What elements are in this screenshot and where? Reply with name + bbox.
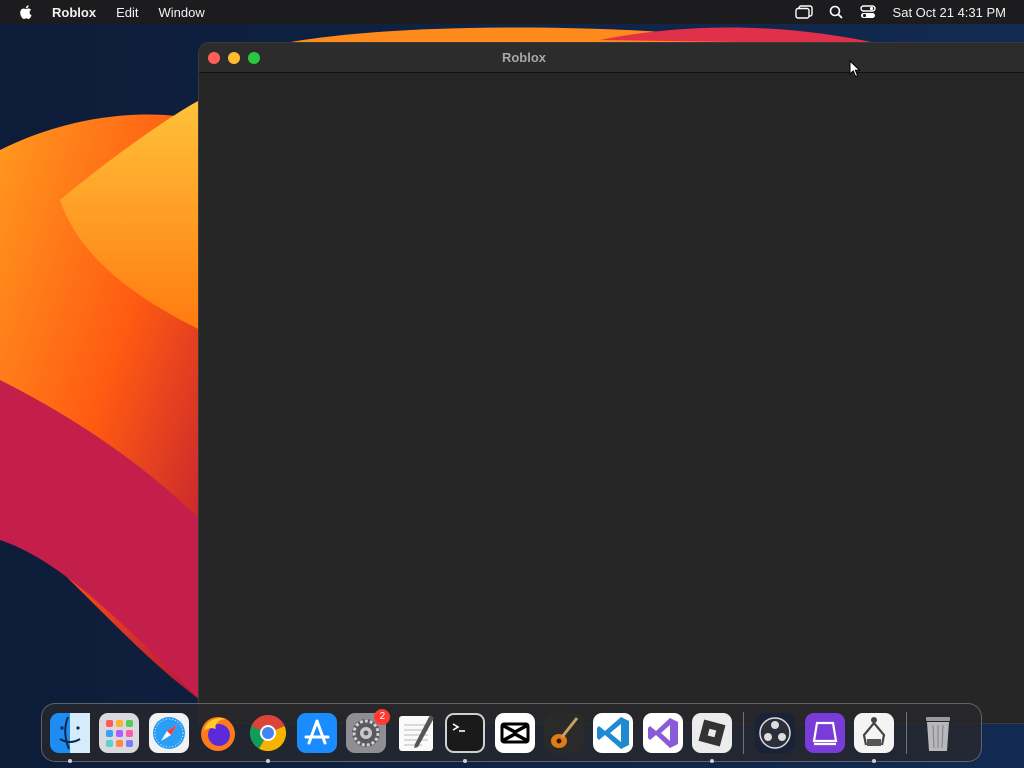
trash-icon[interactable] <box>918 713 958 753</box>
mouse-cursor-icon <box>849 60 861 78</box>
visual-studio-icon[interactable] <box>642 712 683 753</box>
notification-badge: 2 <box>374 708 391 725</box>
menu-bar: Roblox Edit Window Sat Oct 21 4:31 PM <box>0 0 1024 24</box>
stage-manager-icon[interactable] <box>794 4 813 20</box>
roblox-window: Roblox <box>199 43 1024 723</box>
dock: 2 <box>41 703 982 763</box>
menu-edit[interactable]: Edit <box>116 5 138 20</box>
running-indicator <box>463 758 468 763</box>
dock-separator <box>743 711 745 754</box>
control-center-icon[interactable] <box>859 4 877 20</box>
window-content[interactable] <box>199 73 1024 723</box>
running-indicator <box>872 758 877 763</box>
claw-app-icon[interactable] <box>854 712 895 763</box>
apple-menu-icon[interactable] <box>18 4 34 20</box>
running-indicator <box>710 758 715 763</box>
spotlight-search-icon[interactable] <box>827 4 845 20</box>
vscode-icon[interactable] <box>593 712 634 753</box>
chrome-icon[interactable] <box>248 713 288 763</box>
menu-app-name[interactable]: Roblox <box>52 5 96 20</box>
garageband-icon[interactable] <box>543 712 584 753</box>
running-indicator <box>265 758 270 763</box>
firefox-icon[interactable] <box>198 713 238 753</box>
dock-separator <box>905 711 907 754</box>
window-title: Roblox <box>501 50 547 65</box>
app-store-icon[interactable] <box>296 712 337 753</box>
menu-window[interactable]: Window <box>158 5 204 20</box>
window-titlebar[interactable]: Roblox <box>199 43 1024 73</box>
running-indicator <box>68 758 72 763</box>
terminal-icon[interactable] <box>445 712 486 763</box>
finder-icon[interactable] <box>50 712 90 763</box>
capcut-icon[interactable] <box>494 712 535 753</box>
obs-icon[interactable] <box>755 712 796 753</box>
system-settings-icon[interactable]: 2 <box>346 708 391 753</box>
textedit-icon[interactable] <box>396 713 436 753</box>
launchpad-icon[interactable] <box>99 712 140 753</box>
menu-bar-status-area: Sat Oct 21 4:31 PM <box>781 4 1016 20</box>
safari-icon[interactable] <box>148 712 189 753</box>
menu-bar-clock[interactable]: Sat Oct 21 4:31 PM <box>893 5 1006 20</box>
podcast-app-icon[interactable] <box>804 712 845 753</box>
roblox-icon[interactable] <box>692 712 733 763</box>
